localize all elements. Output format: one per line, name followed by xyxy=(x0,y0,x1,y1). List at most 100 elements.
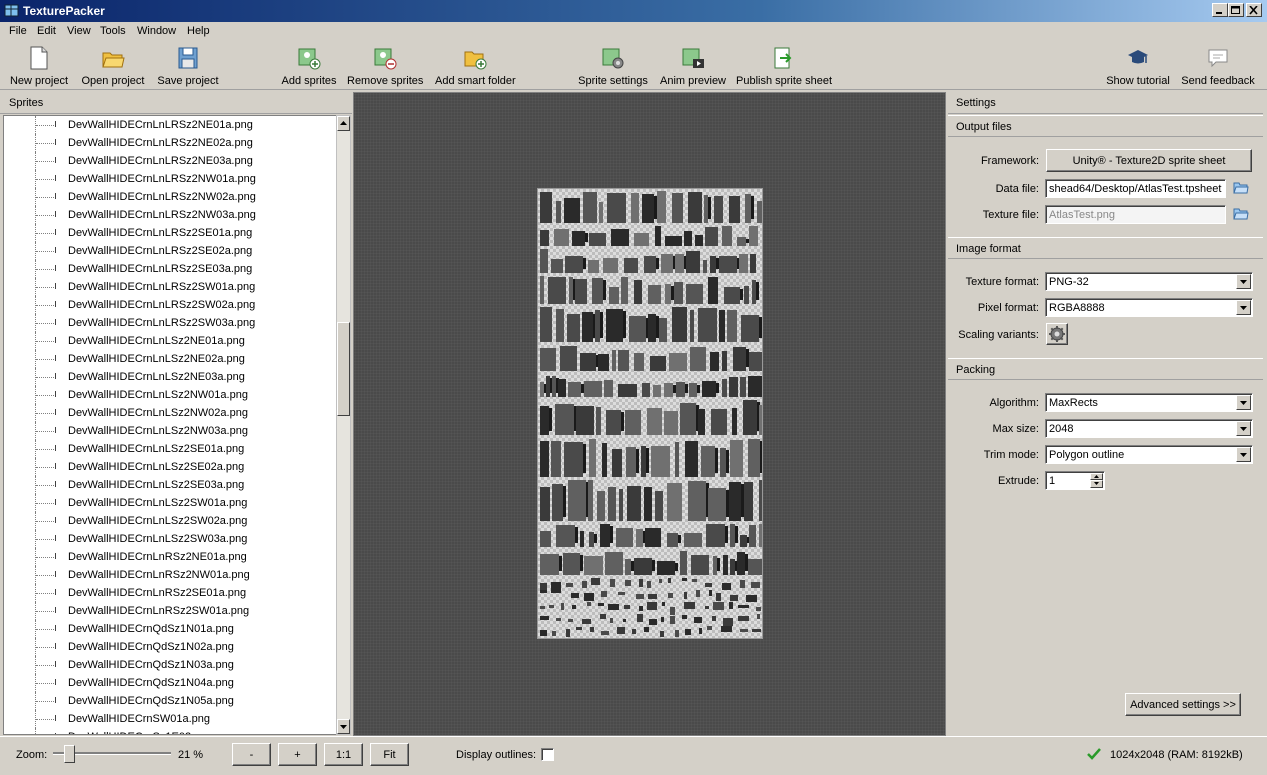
menu-window[interactable]: Window xyxy=(137,25,176,37)
open-project-button[interactable]: Open project xyxy=(80,46,146,87)
sprite-list-item[interactable]: DevWallHIDECrnLnRSz2NW01a.png xyxy=(4,566,336,584)
sprite-list-item[interactable]: DevWallHIDECrnLnLSz2NW03a.png xyxy=(4,422,336,440)
sprite-list-item[interactable]: DevWallHIDECrnLnLSz2NE03a.png xyxy=(4,368,336,386)
sprite-list-item[interactable]: DevWallHIDECrnLnLRSz2SW02a.png xyxy=(4,296,336,314)
framework-button[interactable]: Unity® - Texture2D sprite sheet xyxy=(1046,149,1252,172)
pixel-format-dropdown[interactable] xyxy=(1236,300,1251,315)
maximize-button[interactable] xyxy=(1228,3,1244,17)
sprite-list-item[interactable]: DevWallHIDECrnLnLSz2SE02a.png xyxy=(4,458,336,476)
trim-mode-dropdown[interactable] xyxy=(1236,447,1251,462)
scaling-variants-button[interactable] xyxy=(1046,323,1068,345)
sprite-list-item[interactable]: DevWallHIDECrnLnLRSz2NE03a.png xyxy=(4,152,336,170)
zoom-in-button[interactable]: + xyxy=(278,743,317,766)
sprite-list-item[interactable]: DevWallHIDECrnQdSz1N05a.png xyxy=(4,692,336,710)
packed-sprite xyxy=(665,236,682,246)
sprite-list-item[interactable]: DevWallHIDECrnLnLRSz2SE02a.png xyxy=(4,242,336,260)
sprite-list-item[interactable]: DevWallHIDECrnLnLSz2SE03a.png xyxy=(4,476,336,494)
sprite-list-item[interactable]: DevWallHIDECrnLnRSz2SE01a.png xyxy=(4,584,336,602)
sprite-list-item[interactable]: DevWallHIDECrnLnLSz2NE01a.png xyxy=(4,332,336,350)
menu-edit[interactable]: Edit xyxy=(37,25,56,37)
sprite-list-item[interactable]: DevWallHIDECrnLnLSz2SE01a.png xyxy=(4,440,336,458)
new-project-button[interactable]: New project xyxy=(9,46,69,87)
packed-sprite xyxy=(744,482,753,521)
packed-sprite xyxy=(583,258,586,269)
menu-file[interactable]: File xyxy=(9,25,27,37)
sprite-list-item[interactable]: DevWallHIDECrnLnLRSz2NW02a.png xyxy=(4,188,336,206)
extrude-decrement[interactable] xyxy=(1090,480,1103,488)
texture-format-dropdown[interactable] xyxy=(1236,274,1251,289)
minimize-button[interactable] xyxy=(1212,3,1228,17)
sprite-list-item[interactable]: DevWallHIDECrnLnLRSz2SE03a.png xyxy=(4,260,336,278)
sprite-tree-scrollbar[interactable] xyxy=(336,115,351,735)
display-outlines-checkbox[interactable] xyxy=(541,748,554,761)
publish-sprite-sheet-button[interactable]: Publish sprite sheet xyxy=(736,46,832,87)
sprite-list-item[interactable]: DevWallHIDECrnLnLRSz2SE01a.png xyxy=(4,224,336,242)
add-smart-folder-button[interactable]: Add smart folder xyxy=(435,46,516,87)
sprite-list-item[interactable]: DevWallHIDECrnLnLRSz2SW03a.png xyxy=(4,314,336,332)
extrude-increment[interactable] xyxy=(1090,473,1103,480)
sprite-list-item[interactable]: DevWallHIDECrnQdSz1N03a.png xyxy=(4,656,336,674)
sprite-tree[interactable]: DevWallHIDECrnLnLRSz2NE01a.png DevWallHID… xyxy=(3,115,337,735)
algorithm-dropdown[interactable] xyxy=(1236,395,1251,410)
packed-sprite xyxy=(707,626,712,630)
extrude-spinbox[interactable]: 1 xyxy=(1045,471,1105,490)
sprite-list-item[interactable]: DevWallHIDECrnQdSz1N04a.png xyxy=(4,674,336,692)
menu-tools[interactable]: Tools xyxy=(100,25,126,37)
sprite-list-item[interactable]: DevWallHIDECrnLnLRSz2NE02a.png xyxy=(4,134,336,152)
packed-sprite xyxy=(745,194,751,223)
sprite-list-item[interactable]: DevWallHIDECrnLnRSz2NE01a.png xyxy=(4,548,336,566)
max-size-dropdown[interactable] xyxy=(1236,421,1251,436)
sprite-list-item[interactable]: DevWallHIDECrnSW01a.png xyxy=(4,710,336,728)
tree-line xyxy=(36,197,54,198)
packed-sprite xyxy=(575,527,578,543)
menu-help[interactable]: Help xyxy=(187,25,210,37)
sprite-settings-button[interactable]: Sprite settings xyxy=(577,46,649,87)
texture-file-input[interactable]: AtlasTest.png xyxy=(1045,205,1226,224)
sprite-list-item[interactable]: DevWallHIDECrnSz1E02a.png xyxy=(4,728,336,734)
packed-sprite xyxy=(612,350,616,371)
packing-section[interactable]: Packing xyxy=(948,358,1263,380)
scroll-up-button[interactable] xyxy=(337,116,350,131)
data-file-input[interactable]: shead64/Desktop/AtlasTest.tpsheet xyxy=(1045,179,1226,198)
sheet-preview-canvas[interactable] xyxy=(353,92,946,736)
zoom-out-button[interactable]: - xyxy=(232,743,271,766)
sprite-list-item[interactable]: DevWallHIDECrnLnLRSz2NW01a.png xyxy=(4,170,336,188)
sprite-list-item[interactable]: DevWallHIDECrnLnLSz2NW01a.png xyxy=(4,386,336,404)
max-size-select[interactable]: 2048 xyxy=(1045,419,1253,438)
sprite-list-item[interactable]: DevWallHIDECrnLnLSz2SW02a.png xyxy=(4,512,336,530)
texture-file-folder-icon[interactable] xyxy=(1233,206,1249,220)
scroll-down-button[interactable] xyxy=(337,719,350,734)
sprite-list-item[interactable]: DevWallHIDECrnLnLRSz2NE01a.png xyxy=(4,116,336,134)
add-sprites-button[interactable]: Add sprites xyxy=(280,46,338,87)
sprite-list-item[interactable]: DevWallHIDECrnLnLRSz2SW01a.png xyxy=(4,278,336,296)
sprite-list-item[interactable]: DevWallHIDECrnQdSz1N01a.png xyxy=(4,620,336,638)
menu-view[interactable]: View xyxy=(67,25,91,37)
texture-format-select[interactable]: PNG-32 xyxy=(1045,272,1253,291)
save-project-button[interactable]: Save project xyxy=(156,46,220,87)
zoom-slider-thumb[interactable] xyxy=(63,745,75,763)
sprite-list-item[interactable]: DevWallHIDECrnLnLSz2NW02a.png xyxy=(4,404,336,422)
close-button[interactable] xyxy=(1246,3,1262,17)
sprite-list-item[interactable]: DevWallHIDECrnLnLSz2NE02a.png xyxy=(4,350,336,368)
sprite-list-item[interactable]: DevWallHIDECrnLnLSz2SW01a.png xyxy=(4,494,336,512)
remove-sprites-button[interactable]: Remove sprites xyxy=(347,46,423,87)
advanced-settings-button[interactable]: Advanced settings >> xyxy=(1125,693,1241,716)
anim-preview-button[interactable]: Anim preview xyxy=(659,46,727,87)
packed-sprite xyxy=(710,352,719,371)
algorithm-select[interactable]: MaxRects xyxy=(1045,393,1253,412)
send-feedback-button[interactable]: Send feedback xyxy=(1181,46,1255,87)
scrollbar-thumb[interactable] xyxy=(337,322,350,416)
sprite-list-item[interactable]: DevWallHIDECrnQdSz1N02a.png xyxy=(4,638,336,656)
sprite-list-item[interactable]: DevWallHIDECrnLnLRSz2NW03a.png xyxy=(4,206,336,224)
sprite-list-item[interactable]: DevWallHIDECrnLnRSz2SW01a.png xyxy=(4,602,336,620)
sprite-list-item[interactable]: DevWallHIDECrnLnLSz2SW03a.png xyxy=(4,530,336,548)
data-file-folder-icon[interactable] xyxy=(1233,180,1249,194)
image-format-section[interactable]: Image format xyxy=(948,237,1263,259)
packed-sprite xyxy=(759,317,762,338)
zoom-one-to-one-button[interactable]: 1:1 xyxy=(324,743,363,766)
zoom-fit-button[interactable]: Fit xyxy=(370,743,409,766)
pixel-format-select[interactable]: RGBA8888 xyxy=(1045,298,1253,317)
trim-mode-select[interactable]: Polygon outline xyxy=(1045,445,1253,464)
output-files-section[interactable]: Output files xyxy=(948,115,1263,137)
show-tutorial-button[interactable]: Show tutorial xyxy=(1105,46,1171,87)
